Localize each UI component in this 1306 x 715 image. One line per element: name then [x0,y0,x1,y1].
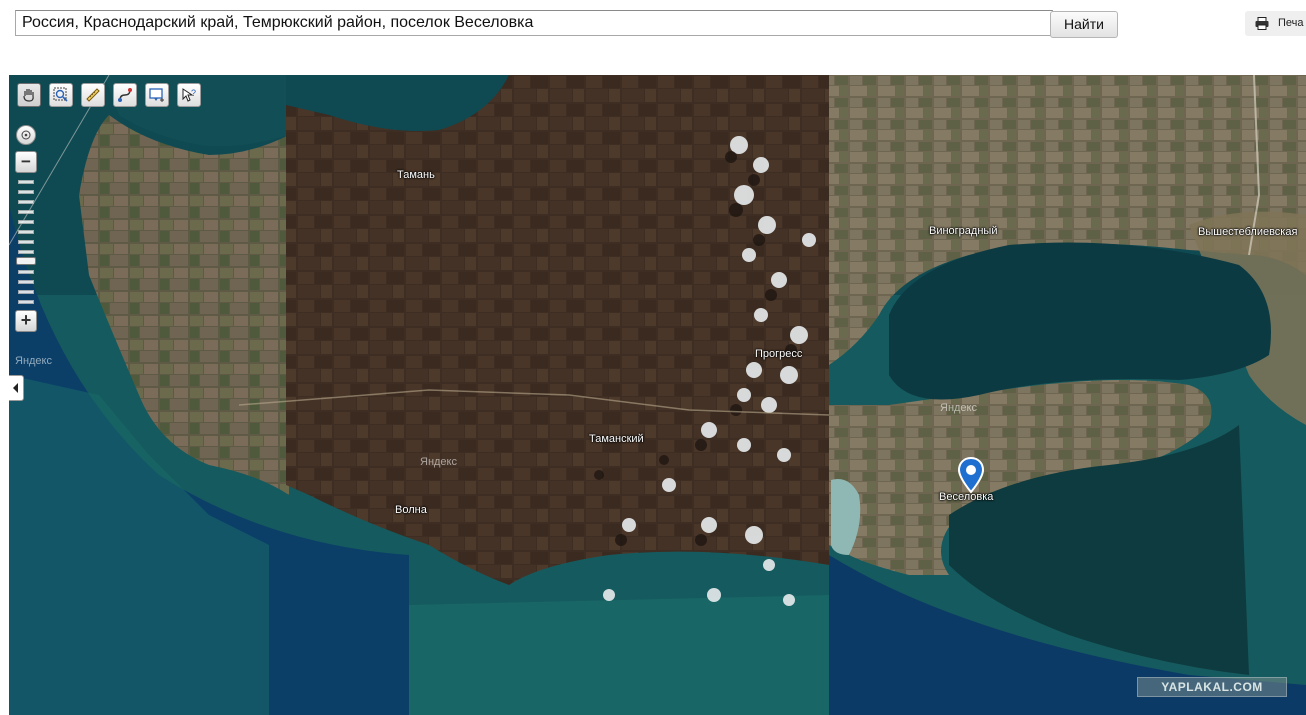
route-icon [118,88,132,102]
search-button[interactable]: Найти [1050,11,1118,38]
ruler-icon [86,88,100,102]
yandex-watermark: Яндекс [15,355,52,367]
place-label-progress: Прогресс [755,348,803,360]
chevron-left-icon [13,383,18,393]
cursor-question-icon: ? [182,88,196,102]
ruler-tool[interactable] [81,83,105,107]
location-pin-icon[interactable] [957,457,985,493]
place-label-vinogradny: Виноградный [929,225,998,237]
crosshair-icon [21,130,31,140]
yandex-watermark: Яндекс [940,402,977,414]
route-tool[interactable] [113,83,137,107]
place-label-vyshestebliyevskaya: Вышестеблиевская [1198,226,1298,238]
satellite-imagery [9,75,1306,715]
zoom-reset-button[interactable] [16,125,36,145]
add-object-tool[interactable] [145,83,169,107]
minus-icon: − [21,152,31,171]
hand-tool[interactable] [17,83,41,107]
zoom-slider-thumb[interactable] [16,257,36,265]
zoom-slider-track[interactable] [16,180,36,310]
printer-icon [1255,17,1269,30]
place-label-taman: Тамань [397,169,435,181]
print-link[interactable]: Печа [1245,11,1306,36]
place-label-volna: Волна [395,504,427,516]
zoom-out-button[interactable]: − [15,151,37,173]
print-label: Печа [1278,17,1304,29]
magnifier-tool[interactable] [49,83,73,107]
yandex-watermark: Яндекс [420,456,457,468]
svg-text:?: ? [191,88,196,98]
place-label-tamansky: Таманский [589,433,644,445]
plus-icon: + [20,310,32,330]
zoom-control: − + [14,125,38,335]
magnifier-icon [53,87,68,102]
hand-icon [23,89,34,102]
search-input[interactable] [15,10,1053,36]
side-panel-toggle[interactable] [9,375,24,401]
info-tool[interactable]: ? [177,83,201,107]
zoom-in-button[interactable]: + [15,310,37,332]
satellite-map[interactable]: ? − + Тамань Виноградный Вышестеблиевска… [9,75,1306,715]
site-watermark: YAPLAKAL.COM [1137,677,1287,697]
add-object-icon [149,88,164,102]
search-bar: Найти Печа [0,0,1306,75]
